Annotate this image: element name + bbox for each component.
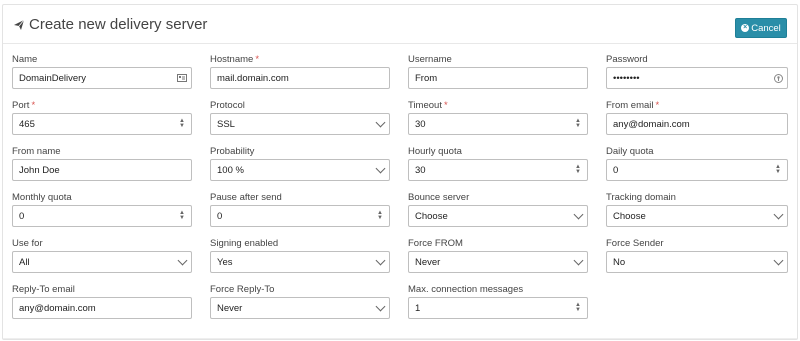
protocol-select[interactable]: SSL — [210, 113, 390, 135]
port-label: Port * — [12, 100, 36, 111]
chevron-down-icon — [371, 255, 389, 265]
max-connection-messages-label: Max. connection messages — [408, 284, 524, 295]
force-sender-value: No — [613, 256, 626, 268]
bounce-server-value: Choose — [415, 210, 448, 222]
hourly-quota-label: Hourly quota — [408, 146, 462, 157]
use-for-label: Use for — [12, 238, 43, 249]
hostname-input[interactable]: mail.domain.com — [210, 67, 390, 89]
max-connection-messages-stepper[interactable]: 1 ▲ ▼ — [408, 297, 588, 319]
cancel-button[interactable]: × Cancel — [735, 18, 787, 38]
close-circle-icon: × — [741, 24, 750, 32]
stepper-arrows-icon[interactable]: ▲ ▼ — [173, 210, 191, 221]
reply-to-email-input[interactable]: any@domain.com — [12, 297, 192, 319]
probability-label: Probability — [210, 146, 255, 157]
force-reply-to-value: Never — [217, 302, 243, 314]
password-value: •••••••• — [613, 72, 640, 84]
force-from-label: Force FROM — [408, 238, 463, 249]
from-name-label: From name — [12, 146, 61, 157]
protocol-value: SSL — [217, 118, 235, 130]
name-label: Name — [12, 54, 38, 65]
force-sender-select[interactable]: No — [606, 251, 788, 273]
pause-after-send-value: 0 — [217, 210, 223, 222]
chevron-down-icon — [769, 255, 787, 265]
chevron-down-icon — [569, 255, 587, 265]
page-title: Create new delivery server — [13, 16, 207, 33]
monthly-quota-stepper[interactable]: 0 ▲ ▼ — [12, 205, 192, 227]
force-sender-label: Force Sender — [606, 238, 664, 249]
tracking-domain-select[interactable]: Choose — [606, 205, 788, 227]
from-email-label: From email * — [606, 100, 660, 111]
timeout-stepper[interactable]: 30 ▲ ▼ — [408, 113, 588, 135]
max-connection-messages-value: 1 — [415, 302, 421, 314]
chevron-down-icon — [371, 117, 389, 127]
chevron-down-icon — [173, 255, 191, 265]
stepper-arrows-icon[interactable]: ▲ ▼ — [173, 118, 191, 129]
divider — [3, 338, 797, 339]
signing-enabled-label: Signing enabled — [210, 238, 279, 249]
password-label: Password — [606, 54, 648, 65]
signing-enabled-value: Yes — [217, 256, 233, 268]
username-label: Username — [408, 54, 452, 65]
from-name-input[interactable]: John Doe — [12, 159, 192, 181]
stepper-arrows-icon[interactable]: ▲ ▼ — [769, 164, 787, 175]
timeout-label: Timeout * — [408, 100, 448, 111]
name-value: DomainDelivery — [19, 72, 87, 84]
username-value: From — [415, 72, 438, 84]
protocol-label: Protocol — [210, 100, 245, 111]
chevron-down-icon — [569, 209, 587, 219]
force-reply-to-label: Force Reply-To — [210, 284, 275, 295]
stepper-arrows-icon[interactable]: ▲ ▼ — [371, 210, 389, 221]
tracking-domain-label: Tracking domain — [606, 192, 676, 203]
from-email-input[interactable]: any@domain.com — [606, 113, 788, 135]
chevron-down-icon — [371, 163, 389, 173]
tracking-domain-value: Choose — [613, 210, 646, 222]
monthly-quota-value: 0 — [19, 210, 25, 222]
from-email-value: any@domain.com — [613, 118, 690, 130]
port-stepper[interactable]: 465 ▲ ▼ — [12, 113, 192, 135]
bounce-server-label: Bounce server — [408, 192, 470, 203]
use-for-value: All — [19, 256, 30, 268]
daily-quota-stepper[interactable]: 0 ▲ ▼ — [606, 159, 788, 181]
pause-after-send-label: Pause after send — [210, 192, 282, 203]
force-reply-to-select[interactable]: Never — [210, 297, 390, 319]
chevron-down-icon — [769, 209, 787, 219]
cancel-button-label: Cancel — [751, 22, 781, 34]
hourly-quota-value: 30 — [415, 164, 426, 176]
daily-quota-value: 0 — [613, 164, 619, 176]
hostname-label: Hostname * — [210, 54, 260, 65]
page-title-text: Create new delivery server — [29, 16, 208, 33]
reply-to-email-value: any@domain.com — [19, 302, 96, 314]
force-from-select[interactable]: Never — [408, 251, 588, 273]
panel-header: Create new delivery server × Cancel — [3, 5, 797, 44]
hostname-value: mail.domain.com — [217, 72, 289, 84]
daily-quota-label: Daily quota — [606, 146, 654, 157]
signing-enabled-select[interactable]: Yes — [210, 251, 390, 273]
stepper-arrows-icon[interactable]: ▲ ▼ — [569, 302, 587, 313]
bounce-server-select[interactable]: Choose — [408, 205, 588, 227]
hourly-quota-stepper[interactable]: 30 ▲ ▼ — [408, 159, 588, 181]
from-name-value: John Doe — [19, 164, 60, 176]
use-for-select[interactable]: All — [12, 251, 192, 273]
probability-value: 100 % — [217, 164, 244, 176]
id-card-icon — [173, 74, 191, 82]
password-input[interactable]: •••••••• — [606, 67, 788, 89]
reply-to-email-label: Reply-To email — [12, 284, 75, 295]
timeout-value: 30 — [415, 118, 426, 130]
probability-select[interactable]: 100 % — [210, 159, 390, 181]
stepper-arrows-icon[interactable]: ▲ ▼ — [569, 164, 587, 175]
username-input[interactable]: From — [408, 67, 588, 89]
pause-after-send-stepper[interactable]: 0 ▲ ▼ — [210, 205, 390, 227]
monthly-quota-label: Monthly quota — [12, 192, 72, 203]
name-input[interactable]: DomainDelivery — [12, 67, 192, 89]
paper-plane-icon — [14, 19, 25, 30]
key-icon — [769, 73, 787, 83]
port-value: 465 — [19, 118, 35, 130]
stepper-arrows-icon[interactable]: ▲ ▼ — [569, 118, 587, 129]
force-from-value: Never — [415, 256, 441, 268]
chevron-down-icon — [371, 301, 389, 311]
